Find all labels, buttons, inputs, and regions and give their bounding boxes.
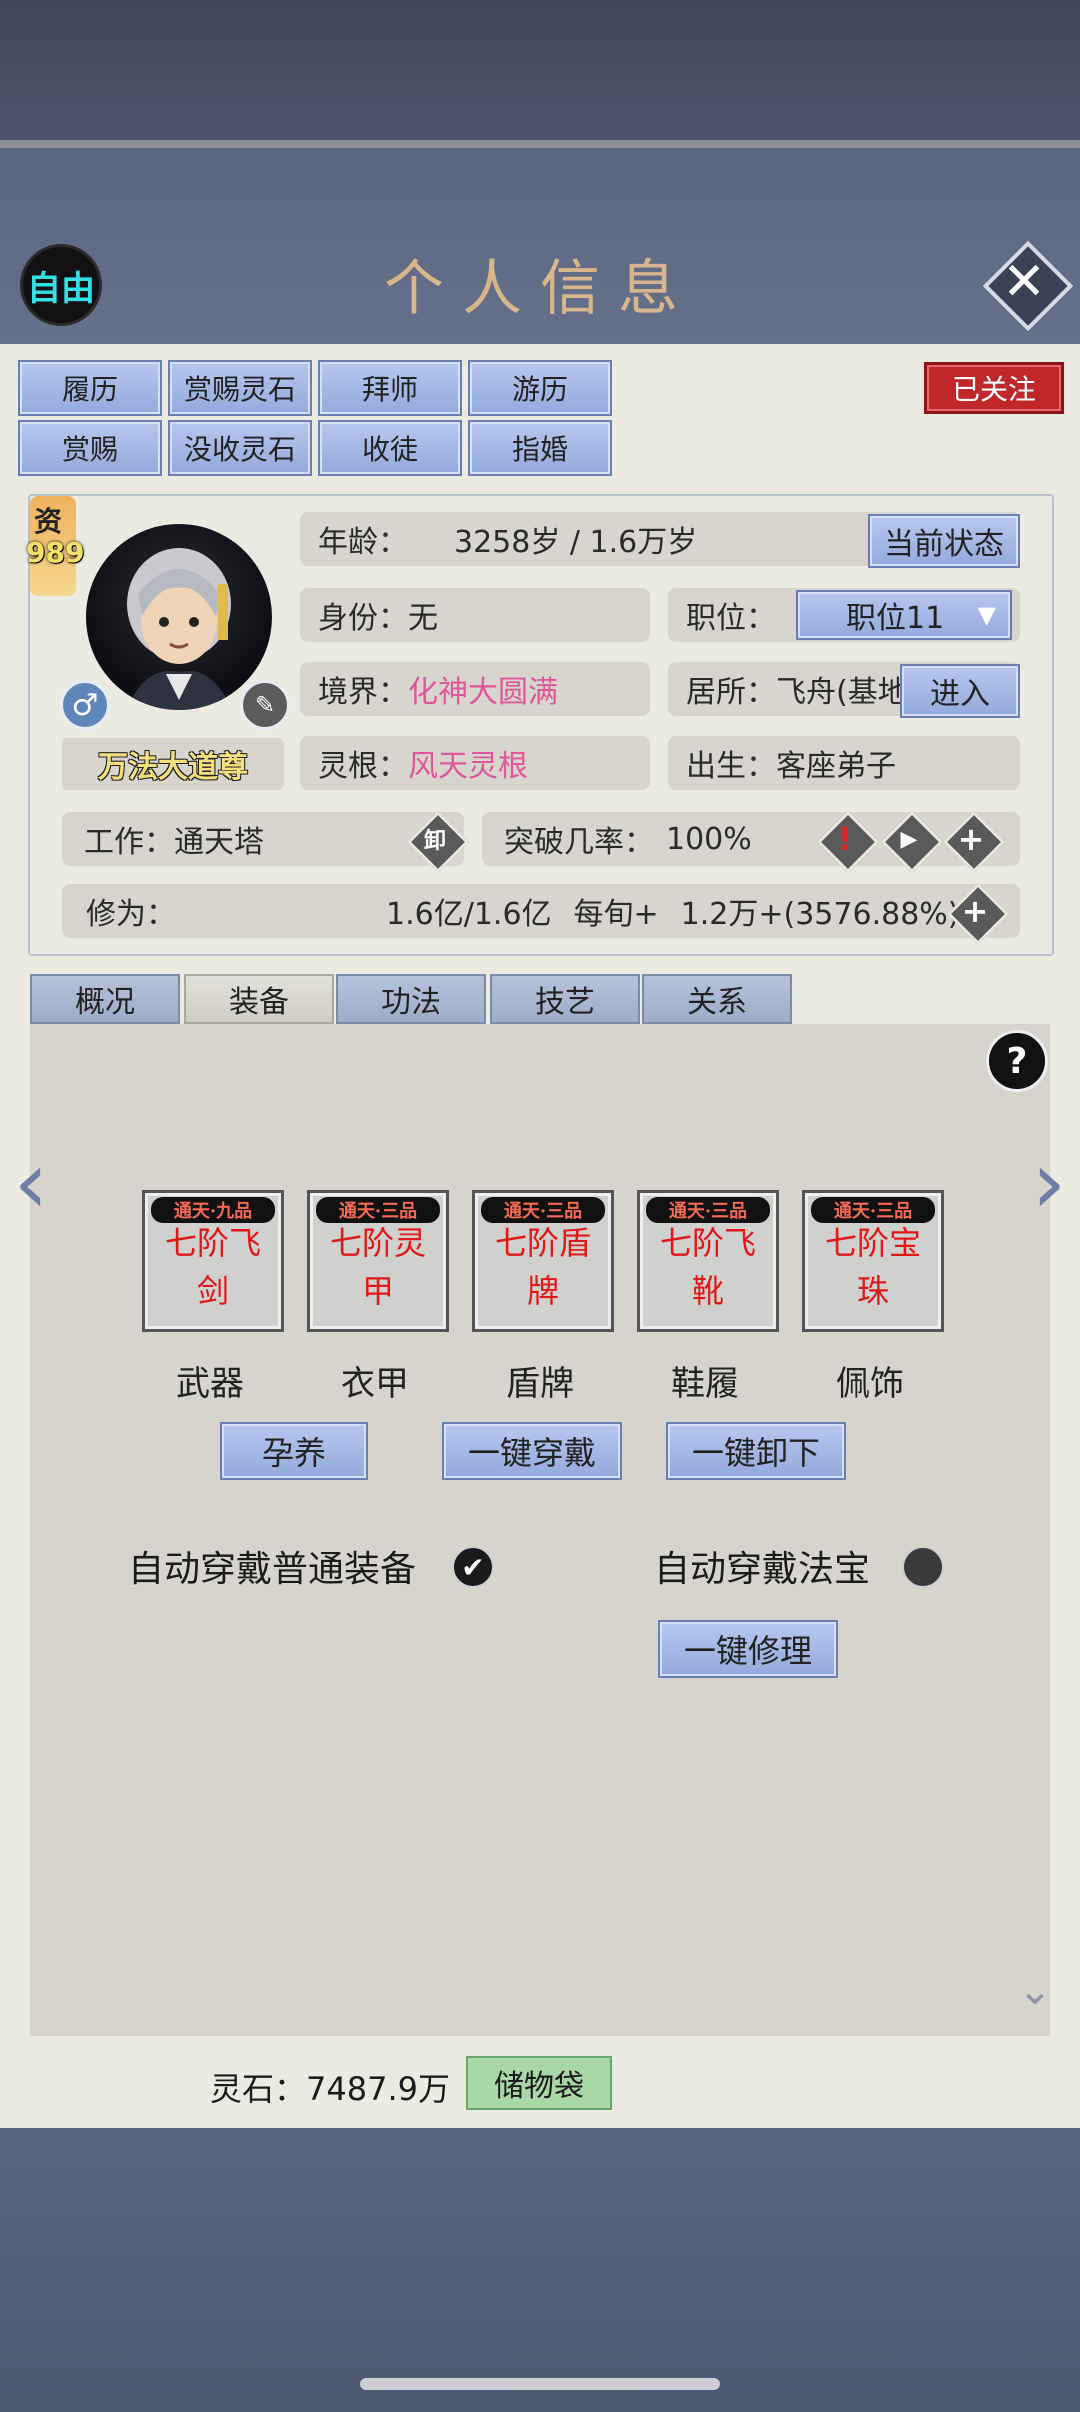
age-value: 3258岁 / 1.6万岁 bbox=[454, 525, 698, 560]
current-state-button[interactable]: 当前状态 bbox=[868, 514, 1020, 568]
item-name: 七阶飞靴 bbox=[659, 1224, 756, 1310]
warning-icon[interactable]: ! bbox=[818, 812, 872, 866]
plus-icon[interactable]: + bbox=[944, 812, 998, 866]
aptitude-badge: 资 989 bbox=[26, 500, 84, 580]
reward-stones-button[interactable]: 赏赐灵石 bbox=[168, 360, 312, 416]
spirit-root-row: 灵根： 风天灵根 bbox=[300, 736, 650, 790]
tab-equipment[interactable]: 装备 bbox=[184, 974, 334, 1024]
followed-button[interactable]: 已关注 bbox=[924, 362, 1064, 414]
character-portrait bbox=[126, 548, 232, 710]
cultivation-value: 1.6亿/1.6亿 bbox=[386, 897, 552, 932]
checkmark-icon: ✔ bbox=[461, 1550, 485, 1584]
cultivation-plus-icon[interactable]: + bbox=[948, 884, 1002, 938]
item-name: 七阶盾牌 bbox=[494, 1224, 591, 1310]
auto-equip-treasure-label: 自动穿戴法宝 bbox=[654, 1549, 871, 1590]
history-button[interactable]: 履历 bbox=[18, 360, 162, 416]
play-icon[interactable]: ▶ bbox=[882, 812, 936, 866]
unequip-all-button[interactable]: 一键卸下 bbox=[666, 1422, 846, 1480]
identity-label: 身份： bbox=[318, 601, 408, 636]
arrange-marriage-button[interactable]: 指婚 bbox=[468, 420, 612, 476]
breakthrough-value: 100% bbox=[666, 821, 752, 857]
top-rail bbox=[0, 140, 1080, 148]
birth-value: 客座弟子 bbox=[776, 749, 896, 784]
confiscate-stones-button[interactable]: 没收灵石 bbox=[168, 420, 312, 476]
equip-slot-weapon[interactable]: 通天·九品 七阶飞剑 bbox=[142, 1190, 284, 1332]
age-label: 年龄： bbox=[318, 525, 408, 560]
equipment-panel bbox=[30, 1024, 1050, 2036]
realm-label: 境界： bbox=[318, 675, 408, 710]
residence-label: 居所： bbox=[686, 675, 776, 710]
equip-slot-armor[interactable]: 通天·三品 七阶灵甲 bbox=[307, 1190, 449, 1332]
spirit-root-label: 灵根： bbox=[318, 749, 408, 784]
work-row: 工作： 通天塔 bbox=[62, 812, 464, 866]
equip-slot-accessory[interactable]: 通天·三品 七阶宝珠 bbox=[802, 1190, 944, 1332]
birth-row: 出生： 客座弟子 bbox=[668, 736, 1020, 790]
cultivation-label: 修为： bbox=[86, 897, 176, 932]
slot-label-armor: 衣甲 bbox=[341, 1364, 409, 1404]
spirit-stone-balance: 灵石：7487.9万 bbox=[210, 2070, 450, 2108]
equip-all-button[interactable]: 一键穿戴 bbox=[442, 1422, 622, 1480]
work-value: 通天塔 bbox=[174, 825, 264, 860]
equip-slot-shield[interactable]: 通天·三品 七阶盾牌 bbox=[472, 1190, 614, 1332]
slot-label-weapon: 武器 bbox=[176, 1364, 244, 1404]
spirit-root-value: 风天灵根 bbox=[408, 749, 528, 784]
aptitude-label: 资 bbox=[34, 505, 63, 538]
scroll-down-chevron-icon[interactable]: ⌄ bbox=[1010, 1968, 1060, 2014]
residence-value: 飞舟(基地 bbox=[776, 675, 908, 710]
help-button[interactable]: ? bbox=[986, 1030, 1048, 1092]
tab-skills[interactable]: 功法 bbox=[336, 974, 486, 1024]
travel-button[interactable]: 游历 bbox=[468, 360, 612, 416]
repair-all-button[interactable]: 一键修理 bbox=[658, 1620, 838, 1678]
per-period-label: 每旬+ bbox=[573, 897, 659, 932]
chevron-down-icon: ▼ bbox=[977, 601, 996, 629]
avatar[interactable] bbox=[86, 524, 272, 710]
item-name: 七阶宝珠 bbox=[824, 1224, 921, 1310]
reward-button[interactable]: 赏赐 bbox=[18, 420, 162, 476]
close-button[interactable]: ✕ bbox=[982, 240, 1074, 332]
birth-label: 出生： bbox=[686, 749, 776, 784]
item-name: 七阶飞剑 bbox=[164, 1224, 261, 1310]
position-label: 职位： bbox=[686, 601, 776, 636]
take-disciple-button[interactable]: 收徒 bbox=[318, 420, 462, 476]
seek-master-button[interactable]: 拜师 bbox=[318, 360, 462, 416]
item-name: 七阶灵甲 bbox=[329, 1224, 426, 1310]
slot-label-shield: 盾牌 bbox=[506, 1364, 574, 1404]
slot-label-accessory: 佩饰 bbox=[836, 1364, 904, 1404]
cultivation-row: 修为： 1.6亿/1.6亿 每旬+ 1.2万+(3576.88%) bbox=[62, 884, 1020, 938]
prev-arrow-icon[interactable]: ‹ bbox=[6, 1138, 56, 1228]
male-gender-icon: ♂ bbox=[60, 680, 110, 730]
next-arrow-icon[interactable]: › bbox=[1024, 1138, 1074, 1228]
identity-value: 无 bbox=[408, 601, 438, 636]
realm-value: 化神大圆满 bbox=[408, 675, 558, 710]
unequip-work-button[interactable]: 卸 bbox=[408, 812, 462, 866]
page-title: 个人信息 bbox=[384, 254, 696, 324]
identity-row: 身份： 无 bbox=[300, 588, 650, 642]
character-title: 万法大道尊 bbox=[62, 738, 284, 790]
work-label: 工作： bbox=[84, 825, 174, 860]
top-band bbox=[0, 0, 1080, 140]
realm-row: 境界： 化神大圆满 bbox=[300, 662, 650, 716]
equip-slot-boots[interactable]: 通天·三品 七阶飞靴 bbox=[637, 1190, 779, 1332]
aptitude-value: 989 bbox=[26, 536, 85, 569]
breakthrough-label: 突破几率： bbox=[504, 825, 654, 860]
auto-equip-treasure-toggle[interactable] bbox=[902, 1546, 944, 1588]
tab-relations[interactable]: 关系 bbox=[642, 974, 792, 1024]
auto-equip-normal-checkbox[interactable]: ✔ bbox=[452, 1546, 494, 1588]
per-period-value: 1.2万+(3576.88%) bbox=[680, 897, 960, 932]
home-indicator[interactable] bbox=[360, 2378, 720, 2390]
tab-arts[interactable]: 技艺 bbox=[490, 974, 640, 1024]
edit-icon[interactable]: ✎ bbox=[240, 680, 290, 730]
position-value: 职位11 bbox=[846, 601, 945, 636]
nurture-button[interactable]: 孕养 bbox=[220, 1422, 368, 1480]
tab-overview[interactable]: 概况 bbox=[30, 974, 180, 1024]
enter-button[interactable]: 进入 bbox=[900, 664, 1020, 718]
slot-label-boots: 鞋履 bbox=[671, 1364, 739, 1404]
storage-bag-button[interactable]: 储物袋 bbox=[466, 2056, 612, 2110]
bottom-band bbox=[0, 2128, 1080, 2412]
auto-equip-normal-label: 自动穿戴普通装备 bbox=[128, 1549, 417, 1590]
close-icon: ✕ bbox=[1002, 252, 1046, 312]
position-select[interactable]: 职位11 ▼ bbox=[796, 590, 1012, 640]
